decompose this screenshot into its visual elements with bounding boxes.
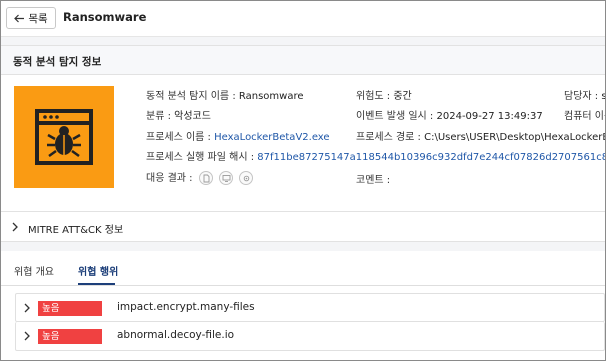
hash-link[interactable]: 87f11be87275147a118544b10396c932dfd7e244… — [257, 152, 605, 163]
list-item[interactable]: 높음 abnormal.decoy-file.io — [15, 322, 605, 351]
detection-details: 동적 분석 탐지 이름 : Ransomware 위험도 : 중간 담당자 : … — [1, 75, 605, 211]
risk-field: 위험도 : 중간 — [356, 87, 412, 102]
response-label: 대응 결과 : — [146, 173, 193, 184]
tab-bar: 위협 개요 위협 행위 — [1, 251, 605, 286]
chevron-right-icon — [12, 222, 18, 232]
monitor-icon[interactable] — [218, 171, 233, 185]
comment-field: 코멘트 : — [356, 171, 390, 186]
section-header: 동적 분석 탐지 정보 — [1, 45, 605, 75]
process-name-label: 프로세스 이름 : — [146, 132, 211, 143]
process-path-value: C:\Users\USER\Desktop\HexaLockerBetaV — [424, 132, 605, 143]
detection-name-label: 동적 분석 탐지 이름 : — [146, 91, 236, 102]
event-time-field: 이벤트 발생 일시 : 2024-09-27 13:49:37 — [356, 107, 543, 122]
tab-threat-behavior[interactable]: 위협 행위 — [78, 263, 118, 278]
computer-name-field: 컴퓨터 이름 — [564, 107, 605, 122]
back-button-label: 목록 — [28, 12, 48, 25]
top-bar: 목록 Ransomware — [1, 1, 605, 36]
spacer — [1, 36, 605, 45]
category-label: 분류 : — [146, 111, 171, 122]
back-to-list-button[interactable]: 목록 — [6, 7, 56, 29]
owner-value: s — [601, 91, 605, 102]
active-tab-indicator — [78, 283, 115, 285]
chevron-right-icon — [24, 303, 30, 313]
severity-badge: 높음 — [38, 301, 102, 316]
process-name-link[interactable]: HexaLockerBetaV2.exe — [214, 132, 329, 143]
behavior-list: 높음 impact.encrypt.many-files 높음 abnormal… — [15, 293, 605, 351]
section-title: 동적 분석 탐지 정보 — [13, 56, 102, 68]
app-frame: 목록 Ransomware 동적 분석 탐지 정보 동적 분석 탐지 이름: … — [0, 0, 606, 361]
hash-field: 프로세스 실행 파일 해시 : 87f11be87275147a118544b1… — [146, 148, 605, 163]
process-path-field: 프로세스 경로 : C:\Users\USER\Desktop\HexaLock… — [356, 128, 605, 143]
document-icon[interactable] — [198, 171, 213, 185]
gear-icon[interactable] — [239, 171, 254, 185]
risk-label: 위험도 : — [356, 91, 391, 102]
owner-field: 담당자 : s — [564, 87, 605, 102]
detection-name-field: 동적 분석 탐지 이름 : Ransomware — [146, 87, 304, 102]
process-name-field: 프로세스 이름 : HexaLockerBetaV2.exe — [146, 128, 330, 143]
list-item[interactable]: 높음 impact.encrypt.many-files — [15, 293, 605, 322]
bug-window-icon — [35, 109, 93, 165]
arrow-left-icon — [14, 14, 25, 22]
owner-label: 담당자 : — [564, 91, 599, 102]
process-path-label: 프로세스 경로 : — [356, 132, 421, 143]
category-value: 악성코드 — [174, 111, 211, 122]
behavior-name: abnormal.decoy-file.io — [117, 329, 235, 341]
event-time-value: 2024-09-27 13:49:37 — [436, 111, 543, 122]
detection-name-value: Ransomware — [238, 91, 304, 102]
spacer — [1, 242, 605, 251]
category-field: 분류 : 악성코드 — [146, 107, 211, 122]
computer-name-label: 컴퓨터 이름 — [564, 111, 605, 122]
malware-thumbnail — [14, 86, 114, 188]
mitre-attack-label: MITRE ATT&CK 정보 — [28, 225, 124, 236]
tab-threat-overview[interactable]: 위협 개요 — [14, 263, 54, 278]
chevron-right-icon — [24, 331, 30, 341]
response-field: 대응 결과 : — [146, 169, 254, 185]
page-title: Ransomware — [63, 10, 147, 24]
risk-value: 중간 — [393, 91, 412, 102]
severity-badge: 높음 — [38, 329, 102, 344]
behavior-name: impact.encrypt.many-files — [117, 301, 255, 313]
hash-label: 프로세스 실행 파일 해시 : — [146, 152, 255, 163]
mitre-attack-toggle[interactable]: MITRE ATT&CK 정보 — [1, 211, 605, 242]
comment-label: 코멘트 : — [356, 175, 391, 186]
event-time-label: 이벤트 발생 일시 : — [356, 111, 434, 122]
